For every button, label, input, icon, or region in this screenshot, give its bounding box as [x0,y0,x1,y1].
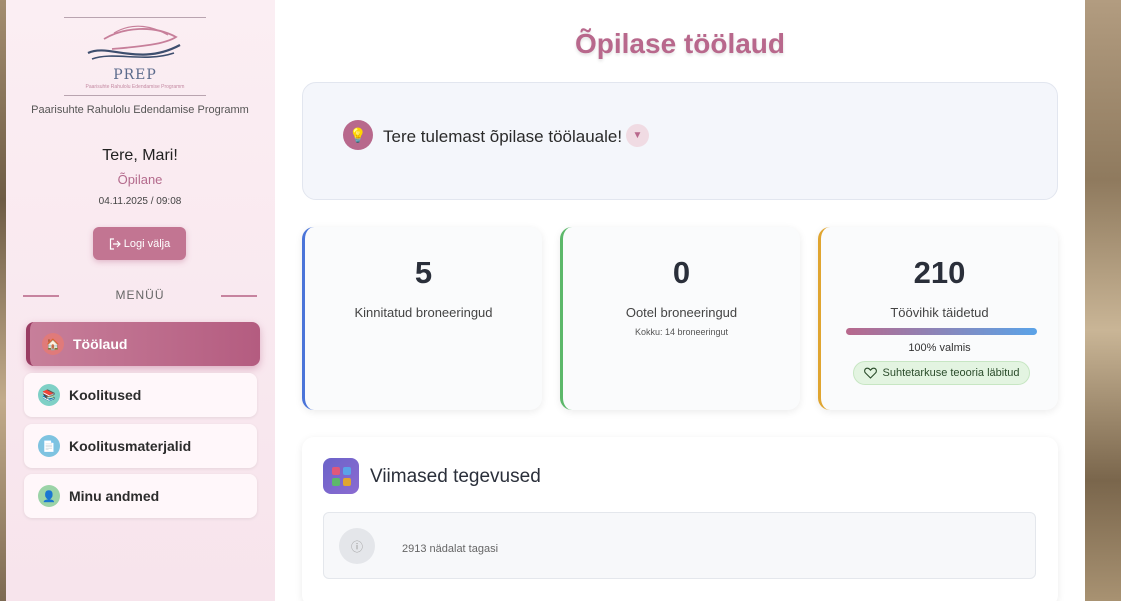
sidebar-item-label: Koolitusmaterjalid [69,438,192,454]
logo-divider-bottom [64,95,206,96]
logo-divider-top [64,17,206,18]
background-right [1085,0,1121,601]
stat-subtext: Kokku: 14 broneeringut [634,327,729,337]
badge-label: Suhtetarkuse teooria läbitud [882,367,1020,379]
progress-bar [846,328,1037,335]
progress-text: 100% valmis [908,342,971,354]
activity-time: 2913 nädalat tagasi [402,543,499,555]
logo-text: PREP [113,67,157,83]
person-icon: 👤 [38,485,60,507]
current-datetime: 04.11.2025 / 09:08 [98,196,182,207]
page-title: Õpilase töölaud [574,28,786,59]
sidebar-item-toolaud[interactable]: 🏠 Töölaud [26,322,260,366]
books-icon: 📚 [38,384,60,406]
stat-card-workbook: 210 Töövihik täidetud 100% valmis Suhtet… [818,227,1058,410]
main-content: Õpilase töölaud 💡 Tere tulemast õpilase … [275,0,1085,601]
logout-icon [109,237,121,250]
section-title: Viimased tegevused [370,466,541,487]
hands-heart-logo-icon [87,25,181,60]
document-icon: 📄 [38,435,60,457]
user-greeting: Tere, Mari! [102,147,178,164]
stat-label: Ootel broneeringud [625,305,738,320]
stat-value: 0 [672,255,691,290]
welcome-panel: 💡 Tere tulemast õpilase töölauale! ▼ [302,82,1058,200]
lightbulb-icon: 💡 [343,120,373,150]
sidebar-item-koolitusmaterjalid[interactable]: 📄 Koolitusmaterjalid [24,424,257,468]
chevron-down-icon[interactable]: ▼ [626,124,649,147]
menu-divider-right [221,295,257,297]
sidebar: PREP Paarisuhte Rahulolu Edendamise Prog… [6,0,275,601]
stat-value: 210 [913,255,966,290]
sidebar-item-minu-andmed[interactable]: 👤 Minu andmed [24,474,257,518]
logout-button[interactable]: Logi välja [93,227,186,260]
stat-card-pending: 0 Ootel broneeringud Kokku: 14 broneerin… [560,227,800,410]
user-role: Õpilane [117,172,163,187]
recent-activity-panel: Viimased tegevused ⓘ 2913 nädalat tagasi [302,437,1058,601]
sidebar-item-label: Koolitused [69,387,142,403]
sidebar-item-label: Minu andmed [69,488,160,504]
heart-icon [863,367,877,379]
info-icon: ⓘ [339,528,375,564]
stat-label: Kinnitatud broneeringud [354,305,493,320]
logout-label: Logi välja [123,237,171,250]
sidebar-item-koolitused[interactable]: 📚 Koolitused [24,373,257,417]
stat-value: 5 [414,255,433,290]
logo-subtitle: Paarisuhte Rahulolu Edendamise Programm [85,84,185,90]
org-name: Paarisuhte Rahulolu Edendamise Programm [31,104,249,116]
welcome-text: Tere tulemast õpilase töölauale! [383,127,623,146]
achievement-badge: Suhtetarkuse teooria läbitud [853,361,1030,385]
grid-icon [323,458,359,494]
stat-card-confirmed: 5 Kinnitatud broneeringud [302,227,542,410]
house-icon: 🏠 [42,333,64,355]
logo: PREP Paarisuhte Rahulolu Edendamise Prog… [64,17,206,97]
menu-heading: MENÜÜ [23,288,257,304]
activity-item: ⓘ 2913 nädalat tagasi [323,512,1036,579]
stat-label: Töövihik täidetud [890,305,989,320]
sidebar-item-label: Töölaud [73,336,128,352]
